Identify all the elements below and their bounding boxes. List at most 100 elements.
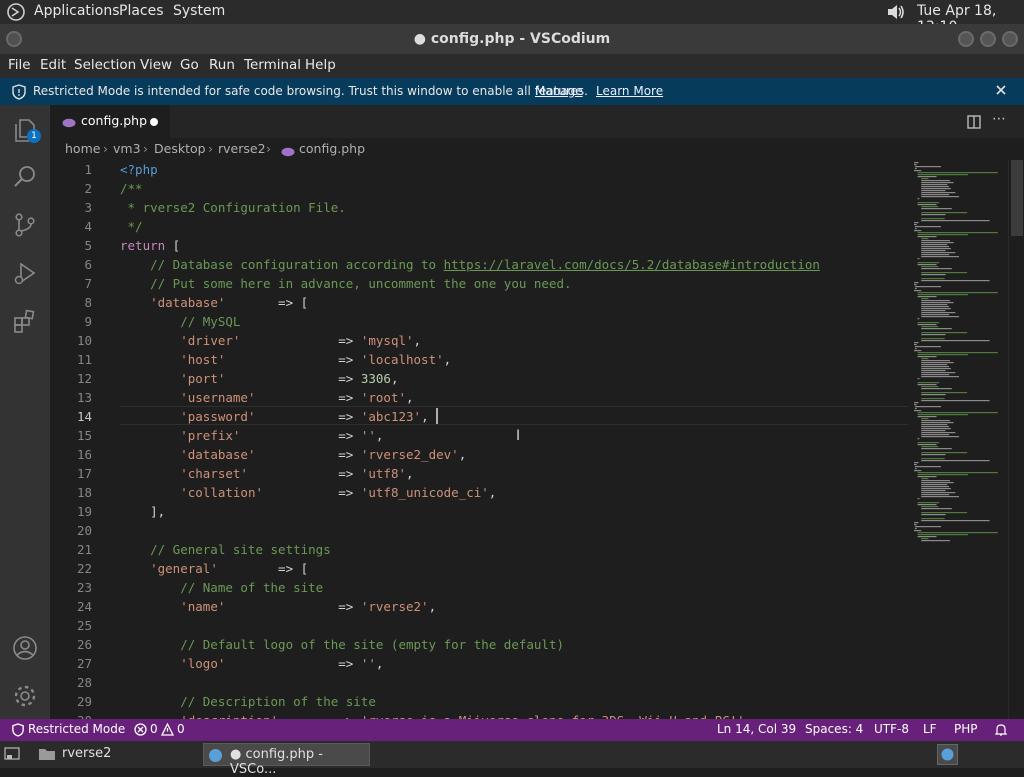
minimap-line <box>917 378 920 380</box>
code-line[interactable]: 15 'prefix' => '', <box>50 426 908 445</box>
window-title-bar[interactable]: ● config.php - VSCodium <box>0 24 1024 54</box>
menu-view[interactable]: View <box>140 57 172 73</box>
code-line[interactable]: 7 // Put some here in advance, uncomment… <box>50 274 908 293</box>
code-line[interactable]: 19 ], <box>50 502 908 521</box>
line-number: 23 <box>76 580 92 595</box>
source-control-icon[interactable] <box>12 212 38 238</box>
code-line[interactable]: 29 // Description of the site <box>50 692 908 711</box>
breadcrumb-desktop[interactable]: Desktop <box>154 141 206 156</box>
breadcrumb-home[interactable]: home <box>65 141 100 156</box>
gnome-logo-icon[interactable] <box>6 2 26 26</box>
menu-file[interactable]: File <box>8 57 31 73</box>
minimap-line <box>914 526 941 528</box>
warning-count[interactable]: 0 <box>177 722 185 736</box>
split-editor-icon[interactable] <box>967 114 981 133</box>
notifications-bell-icon[interactable] <box>994 723 1008 739</box>
breadcrumb-vm3[interactable]: vm3 <box>113 141 141 156</box>
eol-status[interactable]: LF <box>923 722 937 736</box>
language-mode[interactable]: PHP <box>954 722 978 736</box>
code-line[interactable]: 5 return [ <box>50 236 908 255</box>
minimize-button[interactable] <box>958 31 974 47</box>
minimap[interactable] <box>908 160 1008 719</box>
code-line[interactable]: 12 'port' => 3306, <box>50 369 908 388</box>
breadcrumb: home › vm3 › Desktop › rverse2 › config.… <box>50 138 1024 160</box>
restricted-mode-status[interactable]: Restricted Mode <box>28 722 125 736</box>
cursor-position[interactable]: Ln 14, Col 39 <box>717 722 796 736</box>
code-line[interactable]: 20 <box>50 521 908 540</box>
applications-menu[interactable]: Applications <box>34 3 120 19</box>
breadcrumb-file[interactable]: config.php <box>299 141 365 156</box>
run-debug-icon[interactable] <box>12 260 38 286</box>
unsaved-dot-icon[interactable] <box>150 118 158 126</box>
menu-go[interactable]: Go <box>180 57 199 73</box>
window-menu-icon[interactable] <box>6 31 22 47</box>
breadcrumb-rverse2[interactable]: rverse2 <box>218 141 266 156</box>
window-title: ● config.php - VSCodium <box>413 31 611 47</box>
code-line[interactable]: 26 // Default logo of the site (empty fo… <box>50 635 908 654</box>
code-line[interactable]: 22 'general' => [ <box>50 559 908 578</box>
extensions-icon[interactable] <box>12 308 38 334</box>
line-text: 'database' => 'rverse2_dev', <box>180 447 467 462</box>
scrollbar-thumb[interactable] <box>1011 160 1023 236</box>
code-line[interactable]: 13 'username' => 'root', <box>50 388 908 407</box>
minimap-line <box>914 224 917 226</box>
error-count[interactable]: 0 <box>150 722 158 736</box>
indentation-status[interactable]: Spaces: 4 <box>805 722 863 736</box>
code-editor[interactable]: 1 <?php 2 /** 3 * rverse2 Configuration File… <box>50 160 908 719</box>
menu-edit[interactable]: Edit <box>40 57 66 73</box>
tab-config-php[interactable]: config.php <box>50 105 170 138</box>
gear-icon[interactable] <box>12 683 38 709</box>
minimap-line <box>921 212 968 214</box>
code-line[interactable]: 18 'collation' => 'utf8_unicode_ci', <box>50 483 908 502</box>
menu-run[interactable]: Run <box>209 57 235 73</box>
code-line[interactable]: 14 'password' => 'abc123', <box>50 407 908 426</box>
code-line[interactable]: 2 /** <box>50 179 908 198</box>
menu-selection[interactable]: Selection <box>74 57 136 73</box>
code-line[interactable]: 16 'database' => 'rverse2_dev', <box>50 445 908 464</box>
taskbar-item-vscodium[interactable]: ● config.php - VSCo... <box>203 743 370 777</box>
minimap-line <box>917 294 968 296</box>
minimap-line <box>917 318 920 320</box>
minimap-line <box>921 186 950 188</box>
code-line[interactable]: 6 // Database configuration according to… <box>50 255 908 274</box>
code-line[interactable]: 27 'logo' => '', <box>50 654 908 673</box>
menu-help[interactable]: Help <box>305 57 336 73</box>
menu-terminal[interactable]: Terminal <box>244 57 301 73</box>
code-line[interactable]: 25 <box>50 616 908 635</box>
code-line[interactable]: 1 <?php <box>50 160 908 179</box>
taskbar-item-rverse2[interactable]: rverse2 <box>24 743 194 766</box>
places-menu[interactable]: Places <box>119 3 164 19</box>
code-line[interactable]: 17 'charset' => 'utf8', <box>50 464 908 483</box>
code-line[interactable]: 4 */ <box>50 217 908 236</box>
vertical-scrollbar[interactable] <box>1008 160 1024 719</box>
learn-more-link[interactable]: Learn More <box>596 84 663 98</box>
volume-icon[interactable] <box>885 2 907 26</box>
shield-icon[interactable] <box>12 723 24 740</box>
code-line[interactable]: 11 'host' => 'localhost', <box>50 350 908 369</box>
warning-icon[interactable] <box>160 722 175 739</box>
system-menu[interactable]: System <box>173 3 225 19</box>
search-icon[interactable] <box>12 164 38 190</box>
maximize-button[interactable] <box>980 31 996 47</box>
minimap-line <box>914 342 919 344</box>
accounts-icon[interactable] <box>12 635 38 661</box>
more-actions-icon[interactable]: ⋯ <box>992 111 1006 127</box>
code-line[interactable]: 21 // General site settings <box>50 540 908 559</box>
show-desktop-icon[interactable] <box>4 747 20 765</box>
code-line[interactable]: 30 'description' => 'rverse is a Miivers… <box>50 711 908 719</box>
close-window-button[interactable] <box>1002 31 1018 47</box>
code-line[interactable]: 8 'database' => [ <box>50 293 908 312</box>
minimap-line <box>921 434 950 436</box>
close-icon[interactable] <box>995 84 1007 99</box>
minimap-line <box>917 444 937 446</box>
code-line[interactable]: 28 <box>50 673 908 692</box>
code-line[interactable]: 24 'name' => 'rverse2', <box>50 597 908 616</box>
code-line[interactable]: 9 // MySQL <box>50 312 908 331</box>
code-line[interactable]: 3 * rverse2 Configuration File. <box>50 198 908 217</box>
manage-link[interactable]: Manage <box>535 84 583 98</box>
code-line[interactable]: 23 // Name of the site <box>50 578 908 597</box>
error-icon[interactable] <box>134 723 147 739</box>
code-line[interactable]: 10 'driver' => 'mysql', <box>50 331 908 350</box>
workspace-switcher[interactable] <box>937 744 958 765</box>
encoding-status[interactable]: UTF-8 <box>874 722 909 736</box>
